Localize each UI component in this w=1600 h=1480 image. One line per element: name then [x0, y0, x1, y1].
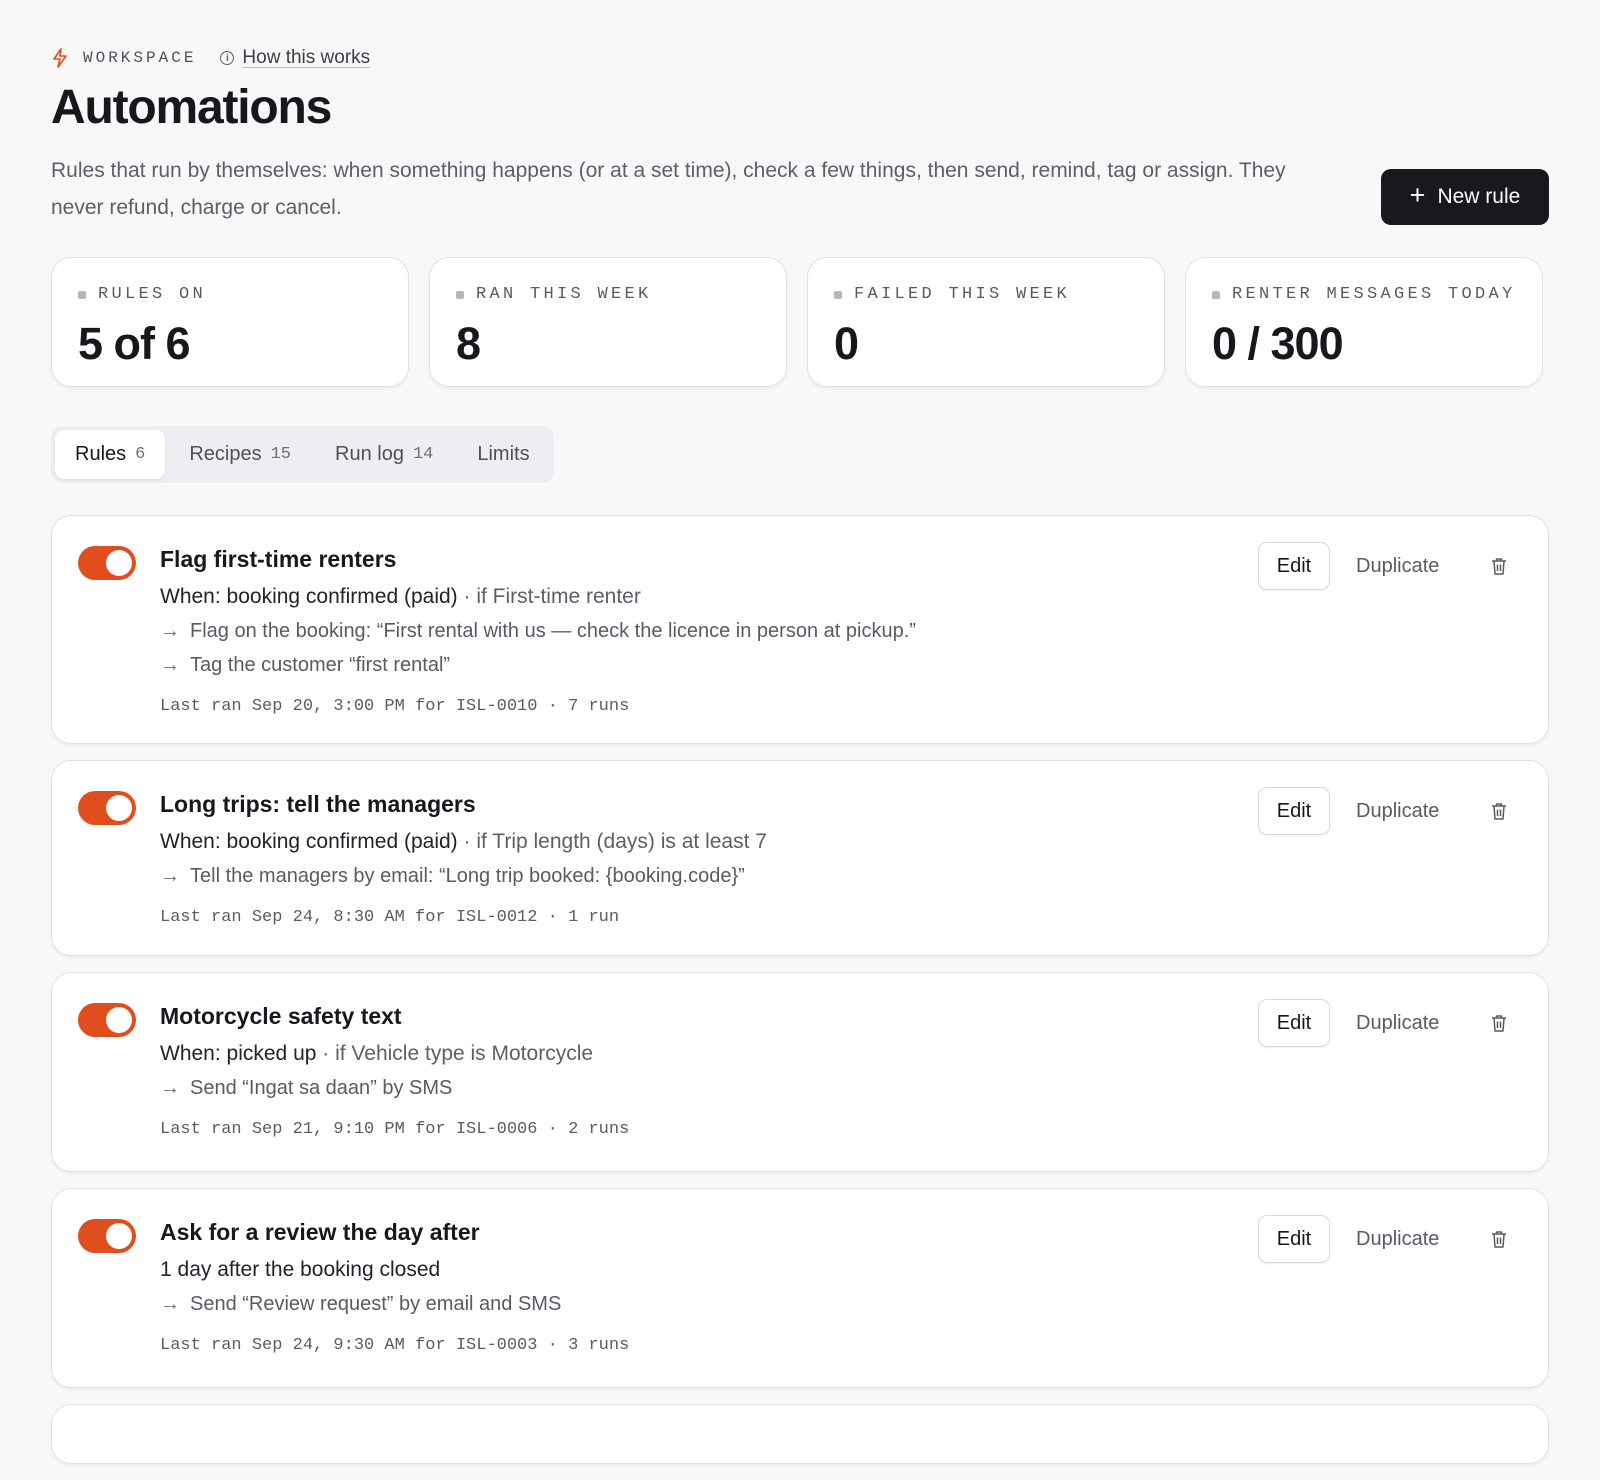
rule-actions: Edit Duplicate	[1258, 787, 1508, 835]
stat-card-renter-messages: RENTER MESSAGES TODAY 0 / 300	[1185, 257, 1543, 387]
toggle-knob	[106, 795, 132, 821]
rule-trigger: When: picked up	[160, 1042, 317, 1065]
rule-actions: Edit Duplicate	[1258, 542, 1508, 590]
tab-label: Limits	[477, 443, 530, 465]
arrow-right-icon: →	[160, 1293, 180, 1315]
rule-action: → Tag the customer “first rental”	[160, 650, 1522, 680]
stat-card-ran-this-week: RAN THIS WEEK 8	[429, 257, 787, 387]
arrow-right-icon: →	[160, 1077, 180, 1099]
duplicate-button[interactable]: Duplicate	[1356, 800, 1444, 823]
tab-limits[interactable]: Limits	[457, 430, 549, 479]
tab-label: Rules	[75, 443, 127, 465]
stat-label: FAILED THIS WEEK	[854, 285, 1071, 304]
rule-card: Flag first-time renters When: booking co…	[51, 515, 1549, 744]
rule-trigger: 1 day after the booking closed	[160, 1258, 441, 1281]
arrow-right-icon: →	[160, 654, 180, 676]
rule-action: → Flag on the booking: “First rental with…	[160, 616, 1522, 646]
plus-icon: +	[1409, 180, 1426, 210]
page-description: Rules that run by themselves: when somet…	[51, 159, 1286, 219]
tab-run-log[interactable]: Run log 14	[315, 430, 453, 479]
trash-icon[interactable]	[1490, 801, 1508, 821]
stat-value: 5 of 6	[78, 318, 191, 369]
toggle-knob	[106, 1007, 132, 1033]
rule-condition: · if Trip length (days) is at least 7	[457, 830, 767, 853]
rule-last-run: Last ran Sep 24, 9:30 AM for ISL-0003 · …	[160, 1336, 630, 1355]
tab-rules[interactable]: Rules 6	[55, 430, 166, 479]
rule-action-text: Flag on the booking: “First rental with …	[190, 620, 916, 642]
stat-card-failed-this-week: FAILED THIS WEEK 0	[807, 257, 1165, 387]
dot-icon	[1212, 290, 1220, 299]
edit-button[interactable]: Edit	[1258, 1215, 1330, 1263]
trash-icon[interactable]	[1490, 556, 1508, 576]
rule-action: → Send “Ingat sa daan” by SMS	[160, 1073, 1522, 1103]
new-rule-button[interactable]: + New rule	[1381, 169, 1549, 225]
tab-count: 14	[412, 445, 434, 464]
trash-icon[interactable]	[1490, 1013, 1508, 1033]
info-icon: i	[220, 51, 235, 65]
new-rule-label: New rule	[1437, 185, 1521, 208]
stat-label: RAN THIS WEEK	[476, 285, 652, 304]
breadcrumb: WORKSPACE i How this works	[51, 0, 1549, 70]
rule-enabled-toggle[interactable]	[78, 1219, 136, 1253]
duplicate-button[interactable]: Duplicate	[1356, 555, 1444, 578]
tab-count: 6	[135, 445, 146, 464]
stat-label: RULES ON	[98, 285, 207, 304]
tab-label: Recipes	[189, 443, 262, 465]
stats-row: RULES ON 5 of 6 RAN THIS WEEK 8 FAILED T…	[51, 257, 1543, 387]
rule-card: Ask for a review the day after 1 day aft…	[51, 1188, 1549, 1388]
page-title: Automations	[51, 81, 332, 134]
tab-count: 15	[270, 445, 292, 464]
rule-trigger: When: booking confirmed (paid)	[160, 585, 458, 608]
arrow-right-icon: →	[160, 865, 180, 887]
dot-icon	[456, 290, 464, 299]
rule-card: Long trips: tell the managers When: book…	[51, 760, 1549, 956]
edit-button[interactable]: Edit	[1258, 787, 1330, 835]
stat-value: 0 / 300	[1212, 318, 1344, 369]
trash-icon[interactable]	[1490, 1229, 1508, 1249]
tab-label: Run log	[335, 443, 404, 465]
edit-button[interactable]: Edit	[1258, 999, 1330, 1047]
duplicate-button[interactable]: Duplicate	[1356, 1012, 1444, 1035]
rule-enabled-toggle[interactable]	[78, 546, 136, 580]
rule-actions: Edit Duplicate	[1258, 1215, 1508, 1263]
rule-last-run: Last ran Sep 21, 9:10 PM for ISL-0006 · …	[160, 1120, 630, 1139]
rule-action: → Tell the managers by email: “Long trip …	[160, 861, 1522, 891]
rule-last-run: Last ran Sep 20, 3:00 PM for ISL-0010 · …	[160, 697, 630, 716]
help-link-label[interactable]: How this works	[242, 47, 370, 69]
rule-enabled-toggle[interactable]	[78, 1003, 136, 1037]
edit-button[interactable]: Edit	[1258, 542, 1330, 590]
stat-label: RENTER MESSAGES TODAY	[1232, 285, 1516, 304]
rule-actions: Edit Duplicate	[1258, 999, 1508, 1047]
rule-action-text: Tell the managers by email: “Long trip b…	[190, 865, 745, 887]
dot-icon	[78, 290, 86, 299]
stat-value: 0	[834, 318, 859, 369]
rule-action-text: Send “Ingat sa daan” by SMS	[190, 1077, 453, 1099]
rule-card: Motorcycle safety text When: picked up ·…	[51, 972, 1549, 1172]
rule-enabled-toggle[interactable]	[78, 791, 136, 825]
rules-list: Flag first-time renters When: booking co…	[51, 515, 1549, 1480]
toggle-knob	[106, 1223, 132, 1249]
rule-last-run: Last ran Sep 24, 8:30 AM for ISL-0012 · …	[160, 908, 620, 927]
duplicate-button[interactable]: Duplicate	[1356, 1228, 1444, 1251]
rule-action-text: Send “Review request” by email and SMS	[190, 1293, 562, 1315]
rule-card-partial	[51, 1404, 1549, 1464]
stat-card-rules-on: RULES ON 5 of 6	[51, 257, 409, 387]
help-link[interactable]: i How this works	[220, 47, 370, 69]
dot-icon	[834, 290, 842, 299]
rule-action-text: Tag the customer “first rental”	[190, 654, 451, 676]
rule-action: → Send “Review request” by email and SMS	[160, 1289, 1522, 1319]
toggle-knob	[106, 550, 132, 576]
stat-value: 8	[456, 318, 481, 369]
arrow-right-icon: →	[160, 620, 180, 642]
rule-trigger: When: booking confirmed (paid)	[160, 830, 458, 853]
breadcrumb-workspace: WORKSPACE	[83, 49, 197, 67]
tab-bar: Rules 6 Recipes 15 Run log 14 Limits	[51, 426, 554, 483]
rule-condition: · if First-time renter	[457, 585, 641, 608]
tab-recipes[interactable]: Recipes 15	[169, 430, 311, 479]
rule-condition: · if Vehicle type is Motorcycle	[316, 1042, 594, 1065]
bolt-icon	[51, 48, 69, 68]
